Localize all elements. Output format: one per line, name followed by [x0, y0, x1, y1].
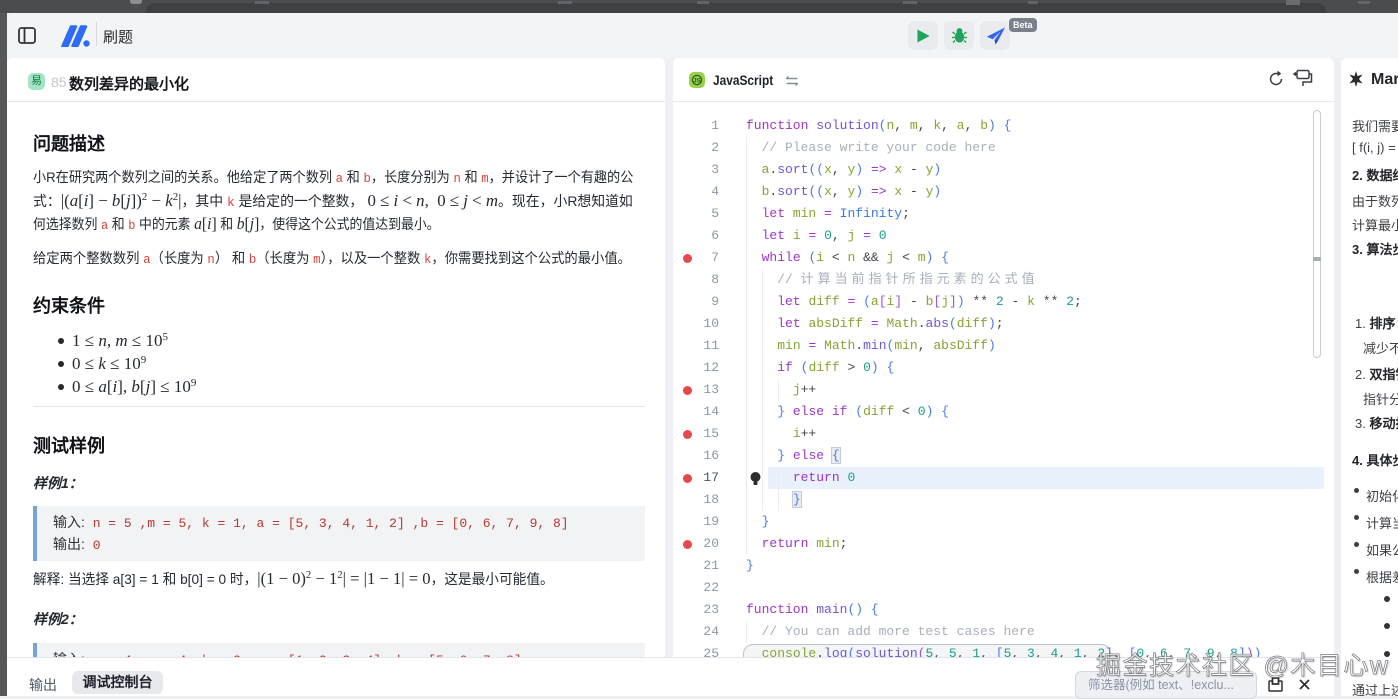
svg-text:JS: JS — [693, 78, 702, 85]
